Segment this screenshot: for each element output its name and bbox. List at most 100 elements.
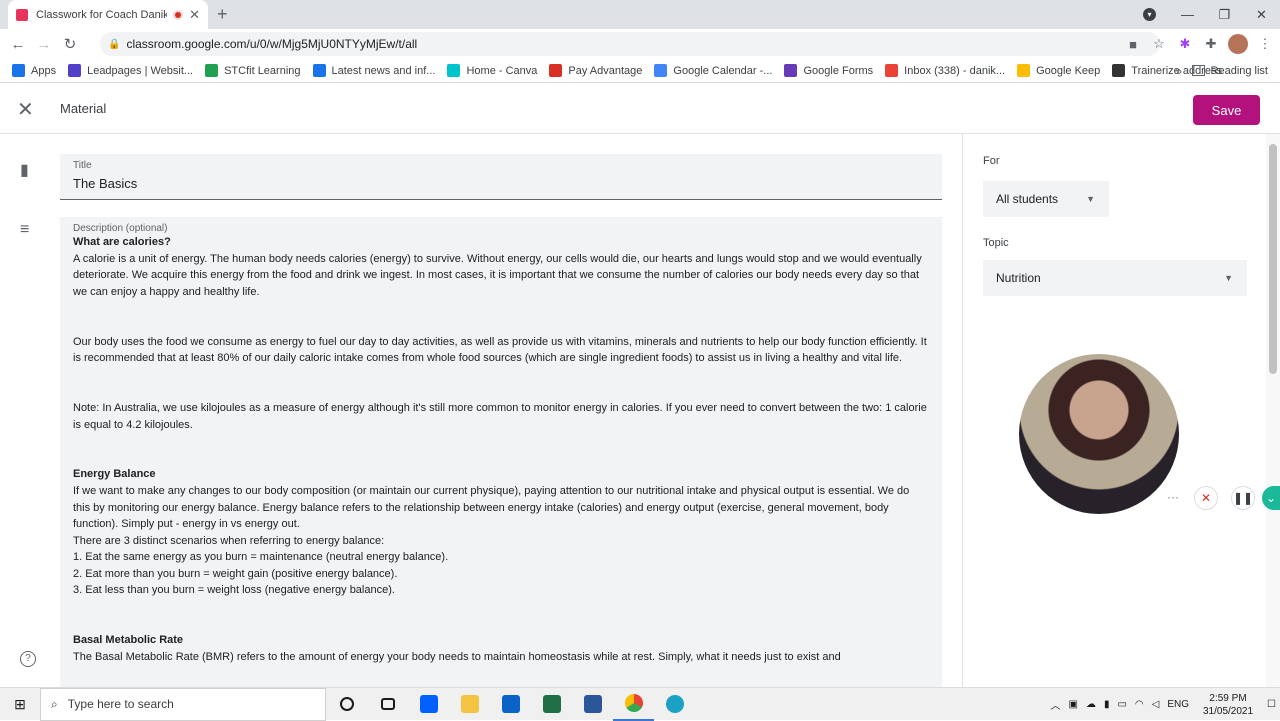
bookmark-item[interactable]: Google Calendar -... [654,64,772,77]
clock-date: 31/05/2021 [1193,705,1263,718]
tab-search-icon[interactable]: ▾ [1143,8,1156,21]
task-view-icon[interactable] [367,688,408,721]
description-paragraph: Note: In Australia, we use kilojoules as… [73,400,929,433]
menu-icon[interactable]: ⋮ [1256,36,1274,52]
bookmark-icon [654,64,667,77]
description-heading: Energy Balance [73,466,929,483]
reading-list-label: Reading list [1211,65,1268,77]
bookmark-item[interactable]: Leadpages | Websit... [68,64,193,77]
bookmark-item[interactable]: Apps [12,64,56,77]
help-icon[interactable]: ? [20,651,36,667]
clock-time: 2:59 PM [1193,692,1263,705]
for-value: All students [996,192,1058,206]
close-window-button[interactable]: ✕ [1243,7,1280,23]
bookmark-item[interactable]: Home - Canva [447,64,537,77]
recording-menu-icon[interactable]: ⌄ [1262,486,1280,510]
bookmark-icon [205,64,218,77]
bookmark-item[interactable]: STCfit Learning [205,64,300,77]
battery-icon[interactable]: ▭ [1117,699,1126,710]
window-controls: — ❐ ✕ [1169,0,1280,29]
outlook-icon[interactable] [490,688,531,721]
title-input[interactable]: The Basics [73,176,929,191]
save-button[interactable]: Save [1193,95,1260,125]
topic-label: Topic [983,237,1009,249]
bookmark-icon [885,64,898,77]
language-indicator[interactable]: ENG [1167,699,1189,710]
back-icon[interactable]: ← [5,36,31,53]
close-icon[interactable]: ✕ [17,97,34,122]
word-icon[interactable] [572,688,613,721]
bookmark-label: Latest news and inf... [332,65,436,77]
taskbar-search[interactable]: ⌕ Type here to search [40,688,326,721]
network-icon[interactable]: ◠ [1135,699,1144,710]
bookmark-item[interactable]: Pay Advantage [549,64,642,77]
onedrive-icon[interactable]: ☁ [1086,699,1096,710]
classroom-favicon-icon [16,9,28,21]
description-list-item: 3. Eat less than you burn = weight loss … [73,582,929,599]
camera-icon[interactable]: ■ [1124,37,1142,52]
bookmark-label: Inbox (338) - danik... [904,65,1005,77]
edge-icon[interactable] [654,688,695,721]
stop-recording-icon[interactable]: ✕ [1194,486,1218,510]
maximize-button[interactable]: ❐ [1206,7,1243,23]
windows-taskbar: ⊞ ⌕ Type here to search ︿ ▣ ☁ ▮ ▭ ◠ ◁ EN… [0,687,1280,720]
bookmark-label: STCfit Learning [224,65,300,77]
reload-icon[interactable]: ↻ [57,35,83,53]
minimize-button[interactable]: — [1169,7,1206,22]
bookmarks-bar: Apps Leadpages | Websit... STCfit Learning… [0,59,1280,83]
volume-icon[interactable]: ◁ [1152,699,1160,710]
microphone-icon[interactable]: ▮ [1104,699,1110,710]
bookmarks-more-icon[interactable]: » [1175,64,1182,78]
description-heading: What are calories? [73,234,929,251]
more-options-icon[interactable]: ··· [1164,486,1182,508]
recording-icon [173,10,183,20]
clock[interactable]: 2:59 PM 31/05/2021 [1193,692,1263,718]
reading-list-icon [1192,65,1205,76]
excel-icon[interactable] [531,688,572,721]
close-tab-icon[interactable]: ✕ [189,7,200,23]
page-scrollbar[interactable] [1266,134,1280,687]
topic-dropdown[interactable]: Nutrition ▼ [983,260,1247,296]
description-field[interactable]: Description (optional) What are calories… [60,217,942,687]
tray-app-icon[interactable]: ▣ [1069,699,1078,710]
pause-recording-icon[interactable]: ❚❚ [1231,486,1255,510]
new-tab-button[interactable]: + [217,4,228,25]
search-placeholder: Type here to search [68,697,174,711]
profile-avatar[interactable] [1228,34,1248,54]
bookmark-item[interactable]: Latest news and inf... [313,64,436,77]
notifications-icon[interactable]: ☐ [1267,699,1276,710]
puzzle-icon[interactable]: ✚ [1202,36,1220,52]
description-paragraph: The Basal Metabolic Rate (BMR) refers to… [73,649,929,666]
app-header: ✕ Material Save [0,84,1280,134]
for-dropdown[interactable]: All students ▼ [983,181,1109,217]
browser-tab[interactable]: Classwork for Coach Danika ✕ [8,0,208,29]
cortana-icon[interactable] [326,688,367,721]
dropbox-icon[interactable] [408,688,449,721]
description-paragraph: Our body uses the food we consume as ene… [73,334,929,367]
bookmark-icon [784,64,797,77]
title-field[interactable]: Title The Basics [60,154,942,200]
bookmark-item[interactable]: Google Forms [784,64,873,77]
bookmark-star-icon[interactable]: ☆ [1150,36,1168,52]
tray-expand-icon[interactable]: ︿ [1051,697,1061,712]
bookmark-icon [1112,64,1125,77]
bookmark-icon [1017,64,1030,77]
bookmark-label: Leadpages | Websit... [87,65,193,77]
url-text: classroom.google.com/u/0/w/Mjg5MjU0NTYyM… [126,37,417,51]
webcam-overlay[interactable] [1019,354,1179,514]
bookmark-item[interactable]: Inbox (338) - danik... [885,64,1005,77]
bookmark-item[interactable]: Google Keep [1017,64,1100,77]
forward-icon[interactable]: → [31,36,57,53]
reading-list-button[interactable]: Reading list [1192,65,1268,77]
bookmark-icon [68,64,81,77]
dropdown-arrow-icon: ▼ [1086,194,1095,204]
url-field[interactable]: 🔒 classroom.google.com/u/0/w/Mjg5MjU0NTY… [100,32,1160,56]
lock-icon: 🔒 [108,39,120,50]
description-heading: Basal Metabolic Rate [73,632,929,649]
scrollbar-thumb[interactable] [1269,144,1277,374]
windows-start-icon[interactable]: ⊞ [0,696,40,713]
file-explorer-icon[interactable] [449,688,490,721]
chrome-icon[interactable] [613,688,654,721]
bookmark-label: Google Forms [803,65,873,77]
extension-icon[interactable]: ✱ [1176,36,1194,52]
